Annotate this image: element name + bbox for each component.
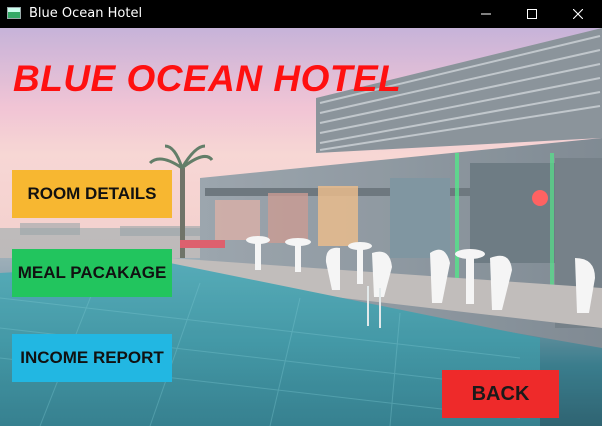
title-bar: Blue Ocean Hotel — [0, 0, 602, 28]
income-report-button[interactable]: INCOME REPORT — [12, 334, 172, 382]
maximize-button[interactable] — [509, 0, 555, 28]
close-icon — [573, 9, 583, 19]
back-button[interactable]: BACK — [442, 370, 559, 418]
window-title: Blue Ocean Hotel — [29, 6, 143, 21]
close-button[interactable] — [555, 0, 601, 28]
minimize-button[interactable] — [463, 0, 509, 28]
room-details-button[interactable]: ROOM DETAILS — [12, 170, 172, 218]
meal-package-button[interactable]: MEAL PACAKAGE — [12, 249, 172, 297]
maximize-icon — [527, 9, 537, 19]
minimize-icon — [481, 13, 491, 15]
app-window-icon — [7, 7, 21, 19]
hotel-title: BLUE OCEAN HOTEL — [13, 58, 402, 99]
main-window: BLUE OCEAN HOTEL ROOM DETAILS MEAL PACAK… — [0, 28, 602, 426]
